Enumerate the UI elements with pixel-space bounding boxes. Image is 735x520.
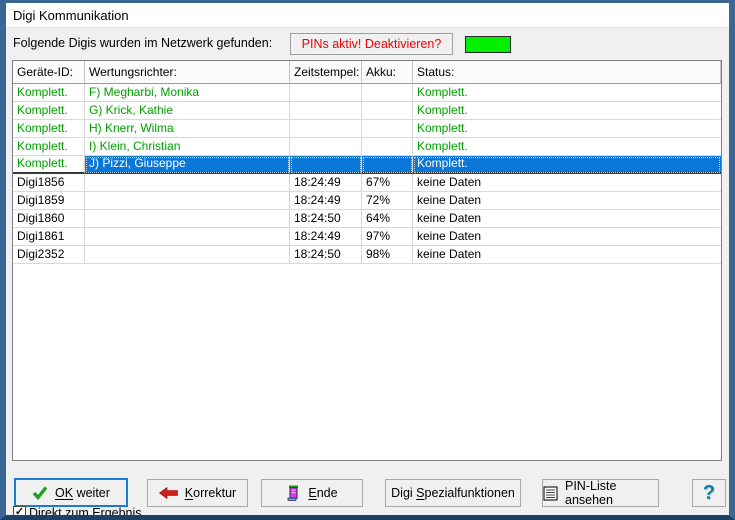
- table-cell[interactable]: Digi1856: [13, 174, 85, 192]
- checkbox-label: Direkt zum Ergebnis: [29, 506, 142, 520]
- table-cell[interactable]: [290, 102, 362, 120]
- table-row[interactable]: Komplett.F) Megharbi, MonikaKomplett.: [13, 84, 721, 102]
- table-cell[interactable]: [85, 174, 290, 192]
- table-cell[interactable]: Komplett.: [413, 138, 721, 156]
- table-row[interactable]: Digi1861 18:24:4997%keine Daten: [13, 228, 721, 246]
- table-cell[interactable]: J) Pizzi, Giuseppe: [85, 156, 290, 174]
- column-header[interactable]: Zeitstempel:: [290, 61, 362, 84]
- help-label: ?: [703, 482, 715, 505]
- table-cell[interactable]: Digi1860: [13, 210, 85, 228]
- table-row[interactable]: Digi2352 18:24:5098%keine Daten: [13, 246, 721, 264]
- status-indicator: [465, 36, 511, 53]
- table-cell[interactable]: [362, 120, 413, 138]
- table-cell[interactable]: Komplett.: [13, 138, 85, 156]
- page-title: Digi Kommunikation: [13, 8, 129, 23]
- ende-label: Ende: [308, 486, 337, 500]
- check-icon: [32, 486, 48, 500]
- help-button[interactable]: ?: [692, 479, 726, 507]
- found-devices-label: Folgende Digis wurden im Netzwerk gefund…: [13, 33, 272, 54]
- table-cell[interactable]: [85, 246, 290, 264]
- table-cell[interactable]: 97%: [362, 228, 413, 246]
- table-row[interactable]: Digi1859 18:24:4972%keine Daten: [13, 192, 721, 210]
- table-cell[interactable]: 18:24:49: [290, 192, 362, 210]
- table-cell[interactable]: Komplett.: [413, 156, 721, 174]
- door-icon: [286, 485, 301, 501]
- table-row[interactable]: Komplett.H) Knerr, WilmaKomplett.: [13, 120, 721, 138]
- table-cell[interactable]: [290, 84, 362, 102]
- table-cell[interactable]: 18:24:50: [290, 246, 362, 264]
- pins-active-button-label: PINs aktiv! Deaktivieren?: [302, 37, 442, 51]
- column-header[interactable]: Geräte-ID:: [13, 61, 85, 84]
- table-cell[interactable]: keine Daten: [413, 246, 721, 264]
- titlebar: Digi Kommunikation: [6, 3, 729, 28]
- table-cell[interactable]: [85, 192, 290, 210]
- ok-weiter-button[interactable]: OK weiter: [14, 478, 128, 507]
- table-cell[interactable]: keine Daten: [413, 228, 721, 246]
- table-cell[interactable]: 18:24:50: [290, 210, 362, 228]
- pin-liste-label: PIN-Liste ansehen: [565, 479, 658, 507]
- table-cell[interactable]: Komplett.: [413, 120, 721, 138]
- korrektur-button[interactable]: Korrektur: [147, 479, 248, 507]
- column-header[interactable]: Akku:: [362, 61, 413, 84]
- table-cell[interactable]: I) Klein, Christian: [85, 138, 290, 156]
- table-cell[interactable]: F) Megharbi, Monika: [85, 84, 290, 102]
- table-cell[interactable]: [290, 156, 362, 174]
- digi-kommunikation-dialog: Digi Kommunikation Folgende Digis wurden…: [0, 0, 735, 520]
- table-cell[interactable]: Digi1861: [13, 228, 85, 246]
- table-row[interactable]: Digi1856 18:24:4967%keine Daten: [13, 174, 721, 192]
- table-cell[interactable]: keine Daten: [413, 210, 721, 228]
- table-cell[interactable]: Digi2352: [13, 246, 85, 264]
- arrow-left-icon: [159, 487, 178, 499]
- table-cell[interactable]: 72%: [362, 192, 413, 210]
- table-cell[interactable]: 18:24:49: [290, 174, 362, 192]
- table-cell[interactable]: keine Daten: [413, 174, 721, 192]
- table-cell[interactable]: [290, 138, 362, 156]
- table-row[interactable]: Komplett.G) Krick, KathieKomplett.: [13, 102, 721, 120]
- table-cell[interactable]: Komplett.: [13, 102, 85, 120]
- table-cell[interactable]: 98%: [362, 246, 413, 264]
- table-cell[interactable]: [362, 102, 413, 120]
- table-cell[interactable]: [85, 210, 290, 228]
- list-icon: [543, 486, 558, 501]
- table-cell[interactable]: [362, 156, 413, 174]
- digi-spezialfunktionen-button[interactable]: Digi Spezialfunktionen: [385, 479, 521, 507]
- table-cell[interactable]: Digi1859: [13, 192, 85, 210]
- table-cell[interactable]: keine Daten: [413, 192, 721, 210]
- ok-weiter-label: OK weiter: [55, 486, 110, 500]
- table-cell[interactable]: 67%: [362, 174, 413, 192]
- table-cell[interactable]: Komplett.: [13, 120, 85, 138]
- checkbox-box[interactable]: ✓: [13, 506, 26, 519]
- table-row[interactable]: Komplett.J) Pizzi, GiuseppeKomplett.: [13, 156, 721, 174]
- table-row[interactable]: Komplett.I) Klein, ChristianKomplett.: [13, 138, 721, 156]
- table-cell[interactable]: 18:24:49: [290, 228, 362, 246]
- column-header[interactable]: Wertungsrichter:: [85, 61, 290, 84]
- table-cell[interactable]: Komplett.: [413, 102, 721, 120]
- table-row[interactable]: Digi1860 18:24:5064%keine Daten: [13, 210, 721, 228]
- pin-liste-ansehen-button[interactable]: PIN-Liste ansehen: [542, 479, 659, 507]
- table-header-row: Geräte-ID:Wertungsrichter:Zeitstempel:Ak…: [13, 61, 721, 84]
- table-cell[interactable]: [290, 120, 362, 138]
- table-cell[interactable]: G) Krick, Kathie: [85, 102, 290, 120]
- ende-button[interactable]: Ende: [261, 479, 363, 507]
- column-header[interactable]: Status:: [413, 61, 721, 84]
- table-cell[interactable]: [362, 84, 413, 102]
- pins-active-button[interactable]: PINs aktiv! Deaktivieren?: [290, 33, 453, 55]
- checkbox-check: ✓: [15, 507, 24, 518]
- direkt-checkbox[interactable]: ✓ Direkt zum Ergebnis: [13, 505, 142, 520]
- grid-body: Komplett.F) Megharbi, MonikaKomplett.Kom…: [13, 84, 721, 264]
- table-cell[interactable]: H) Knerr, Wilma: [85, 120, 290, 138]
- device-table[interactable]: Geräte-ID:Wertungsrichter:Zeitstempel:Ak…: [12, 60, 722, 461]
- table-cell[interactable]: Komplett.: [413, 84, 721, 102]
- digi-spezialfunktionen-label: Digi Spezialfunktionen: [391, 486, 515, 500]
- korrektur-label: Korrektur: [185, 486, 236, 500]
- table-cell[interactable]: [362, 138, 413, 156]
- table-cell[interactable]: Komplett.: [13, 84, 85, 102]
- table-cell[interactable]: [85, 228, 290, 246]
- table-cell[interactable]: 64%: [362, 210, 413, 228]
- table-cell[interactable]: Komplett.: [13, 156, 85, 174]
